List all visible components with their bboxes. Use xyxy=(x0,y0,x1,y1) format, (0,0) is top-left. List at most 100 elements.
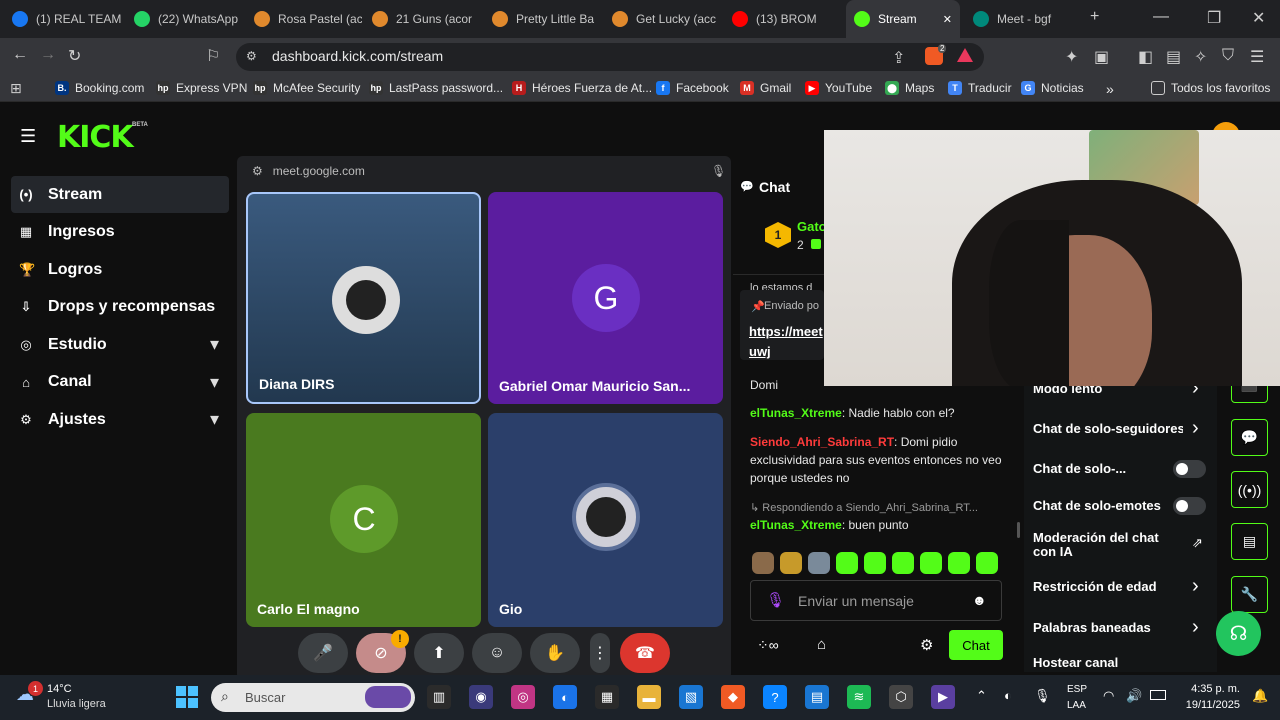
pinned-link-cont[interactable]: uwj xyxy=(749,344,771,359)
mic-button[interactable]: 🎤 xyxy=(298,633,348,673)
pinned-link[interactable]: https://meet xyxy=(749,324,823,339)
chat-username[interactable]: elTunas_Xtreme xyxy=(750,406,842,420)
taskbar-app-icon[interactable]: ◐ xyxy=(553,685,577,709)
browser-tab[interactable]: 21 Guns (acor xyxy=(364,0,482,38)
send-chat-button[interactable]: Chat xyxy=(949,630,1003,660)
screenshot-icon[interactable]: ▣ xyxy=(1094,47,1109,67)
browser-tab[interactable]: Meet - bgf xyxy=(965,0,1075,38)
bookmark-item[interactable]: B. Booking.com xyxy=(55,81,144,95)
emoji-icon[interactable]: ☻ xyxy=(972,592,987,608)
participant-tile[interactable]: C Carlo El magno xyxy=(246,413,481,627)
url-text[interactable]: dashboard.kick.com/stream xyxy=(272,48,443,64)
participant-tile[interactable]: Gio xyxy=(488,413,723,627)
bookmark-item[interactable]: ⬤ Maps xyxy=(885,81,934,95)
emote-icon[interactable] xyxy=(892,552,914,574)
chat-setting-item[interactable]: Moderación del chat con IA xyxy=(1033,531,1173,559)
bookmark-item[interactable]: M Gmail xyxy=(740,81,791,95)
setting-toggle[interactable] xyxy=(1173,460,1206,478)
close-tab-icon[interactable]: ✕ xyxy=(943,13,952,26)
windows-start-icon[interactable] xyxy=(176,686,198,708)
chevron-right-icon[interactable]: › xyxy=(1192,417,1199,440)
bookmark-item[interactable]: f Facebook xyxy=(656,81,729,95)
bookmark-item[interactable]: H Héroes Fuerza de At... xyxy=(512,81,652,95)
taskbar-app-icon[interactable]: ⬡ xyxy=(889,685,913,709)
top-gifter-name[interactable]: Gato xyxy=(797,219,827,234)
chat-setting-item[interactable]: Chat de solo-... xyxy=(1033,461,1126,476)
sidebar-item-drops[interactable]: ⇩ Drops y recompensas xyxy=(11,289,229,326)
wallet-icon[interactable]: ▤ xyxy=(1166,47,1181,67)
taskbar-app-icon[interactable]: ? xyxy=(763,685,787,709)
sidebar-item-logros[interactable]: 🏆 Logros xyxy=(11,251,229,288)
taskbar-app-icon[interactable]: ▬ xyxy=(637,685,661,709)
sidebar-item-stream[interactable]: (•) Stream xyxy=(11,176,229,213)
browser-tab[interactable]: Rosa Pastel (ac xyxy=(246,0,362,38)
chevron-right-icon[interactable]: › xyxy=(1192,575,1199,598)
rail-tools-icon[interactable]: 🔧 xyxy=(1231,576,1268,613)
weather-temp[interactable]: 14°C xyxy=(47,683,72,695)
chat-settings-icon[interactable]: ⚙ xyxy=(920,636,933,654)
wifi-icon[interactable]: ◠ xyxy=(1103,688,1114,704)
taskbar-app-icon[interactable]: ◉ xyxy=(469,685,493,709)
tray-overflow-icon[interactable]: ⌃ xyxy=(976,688,987,704)
reload-icon[interactable]: ↻ xyxy=(68,46,81,66)
browser-tab[interactable]: (22) WhatsApp xyxy=(126,0,244,38)
bookmark-item[interactable]: G Noticias xyxy=(1021,81,1084,95)
sidebar-icon[interactable]: ◧ xyxy=(1138,47,1153,67)
mic-icon[interactable]: 🎙 xyxy=(766,591,785,609)
site-info-icon[interactable]: ⚙ xyxy=(246,49,257,63)
chat-username[interactable]: elTunas_Xtreme xyxy=(750,518,842,532)
apps-grid-icon[interactable]: ⊞ xyxy=(10,80,22,97)
chat-setting-item[interactable]: Palabras baneadas xyxy=(1033,620,1151,635)
emote-icon[interactable] xyxy=(836,552,858,574)
brave-rewards-icon[interactable] xyxy=(957,48,973,62)
emote-icon[interactable] xyxy=(808,552,830,574)
store-icon[interactable]: ⌂ xyxy=(817,636,826,653)
clock-date[interactable]: 19/11/2025 xyxy=(1180,699,1240,711)
sidebar-item-ajustes[interactable]: ⚙ Ajustes ▾ xyxy=(11,401,229,438)
clock-time[interactable]: 4:35 p. m. xyxy=(1180,683,1240,695)
new-tab-button[interactable]: + xyxy=(1090,8,1099,26)
extensions-icon[interactable]: ✦ xyxy=(1065,47,1078,67)
vpn-icon[interactable]: ⛉ xyxy=(1222,47,1234,65)
chat-username[interactable]: Siendo_Ahri_Sabrina_RT xyxy=(750,435,894,449)
sidebar-item-ingresos[interactable]: ▦ Ingresos xyxy=(11,214,229,251)
more-options-button[interactable]: ⋮ xyxy=(590,633,610,673)
sidebar-item-canal[interactable]: ⌂ Canal ▾ xyxy=(11,364,229,401)
tray-mic-icon[interactable]: 🎙 xyxy=(1034,688,1051,704)
bookmark-item[interactable]: T Traducir xyxy=(948,81,1012,95)
back-icon[interactable]: ← xyxy=(12,46,28,64)
kick-logo[interactable]: KICK xyxy=(57,120,134,155)
taskbar-app-icon[interactable]: ▧ xyxy=(679,685,703,709)
all-favorites-folder[interactable]: Todos los favoritos xyxy=(1151,81,1270,95)
rail-chat-icon[interactable]: 💬 xyxy=(1231,419,1268,456)
taskbar-app-icon[interactable]: ≋ xyxy=(847,685,871,709)
bookmark-item[interactable]: hp Express VPN xyxy=(156,81,247,95)
minimize-button[interactable]: — xyxy=(1153,8,1169,26)
leo-ai-icon[interactable]: ✧ xyxy=(1194,47,1207,67)
emote-icon[interactable] xyxy=(920,552,942,574)
participant-tile[interactable]: Diana DIRS xyxy=(246,192,481,404)
browser-tab[interactable]: Get Lucky (acc xyxy=(604,0,722,38)
support-chat-button[interactable]: ☊ xyxy=(1216,611,1261,656)
browser-tab[interactable]: Stream ✕ xyxy=(846,0,960,38)
bookmark-item[interactable]: hp McAfee Security xyxy=(253,81,360,95)
emote-icon[interactable] xyxy=(948,552,970,574)
emote-icon[interactable] xyxy=(976,552,998,574)
external-link-icon[interactable]: ⇗ xyxy=(1192,535,1203,551)
setting-toggle[interactable] xyxy=(1173,497,1206,515)
participant-tile[interactable]: G Gabriel Omar Mauricio San... xyxy=(488,192,723,404)
chat-user-icon[interactable]: ⁘∞ xyxy=(757,637,779,654)
tray-app-icon[interactable]: ◐ xyxy=(1004,688,1012,703)
rail-broadcast-icon[interactable]: ((•)) xyxy=(1231,471,1268,508)
bookmark-item[interactable]: ▶ YouTube xyxy=(805,81,872,95)
menu-icon[interactable]: ☰ xyxy=(1250,47,1264,67)
chat-setting-item[interactable]: Chat de solo-emotes xyxy=(1033,498,1161,513)
emote-icon[interactable] xyxy=(864,552,886,574)
chat-scrollbar[interactable] xyxy=(1017,522,1020,538)
taskbar-app-icon[interactable]: ▥ xyxy=(427,685,451,709)
chevron-right-icon[interactable]: › xyxy=(1192,616,1199,639)
raise-hand-button[interactable]: ✋ xyxy=(530,633,580,673)
leave-call-button[interactable]: ☎ xyxy=(620,633,670,673)
weather-desc[interactable]: Lluvia ligera xyxy=(47,698,106,710)
volume-icon[interactable]: 🔊 xyxy=(1126,688,1142,704)
